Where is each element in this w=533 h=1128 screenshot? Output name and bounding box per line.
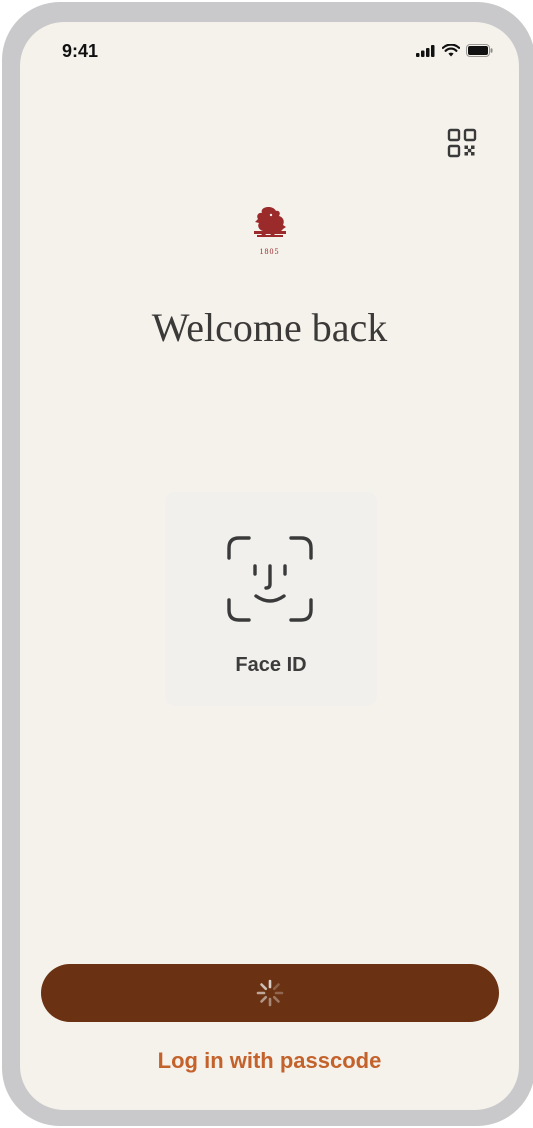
face-id-button[interactable]: Face ID <box>165 492 377 706</box>
app-screen: 9:41 1805 Welcome back Face ID Log in wi… <box>20 22 519 1110</box>
logo-year: 1805 <box>259 247 280 256</box>
login-with-passcode-link[interactable]: Log in with passcode <box>20 1048 519 1074</box>
lion-crest-icon <box>253 207 286 237</box>
wifi-icon <box>442 44 460 57</box>
page-title: Welcome back <box>151 305 388 350</box>
battery-icon <box>466 44 493 57</box>
status-icons <box>416 44 493 57</box>
device-frame: 9:41 1805 Welcome back Face ID Log in wi… <box>2 2 533 1126</box>
face-id-label: Face ID <box>235 654 307 676</box>
login-loading-button[interactable] <box>41 964 499 1022</box>
brand-logo: 1805 <box>246 204 294 256</box>
signal-icon <box>416 44 435 57</box>
face-id-icon <box>227 536 313 622</box>
status-bar: 9:41 <box>20 22 519 82</box>
loading-spinner-icon <box>256 979 284 1007</box>
qr-code-button[interactable] <box>447 128 477 158</box>
qr-code-icon <box>447 128 477 158</box>
status-time: 9:41 <box>62 41 99 61</box>
